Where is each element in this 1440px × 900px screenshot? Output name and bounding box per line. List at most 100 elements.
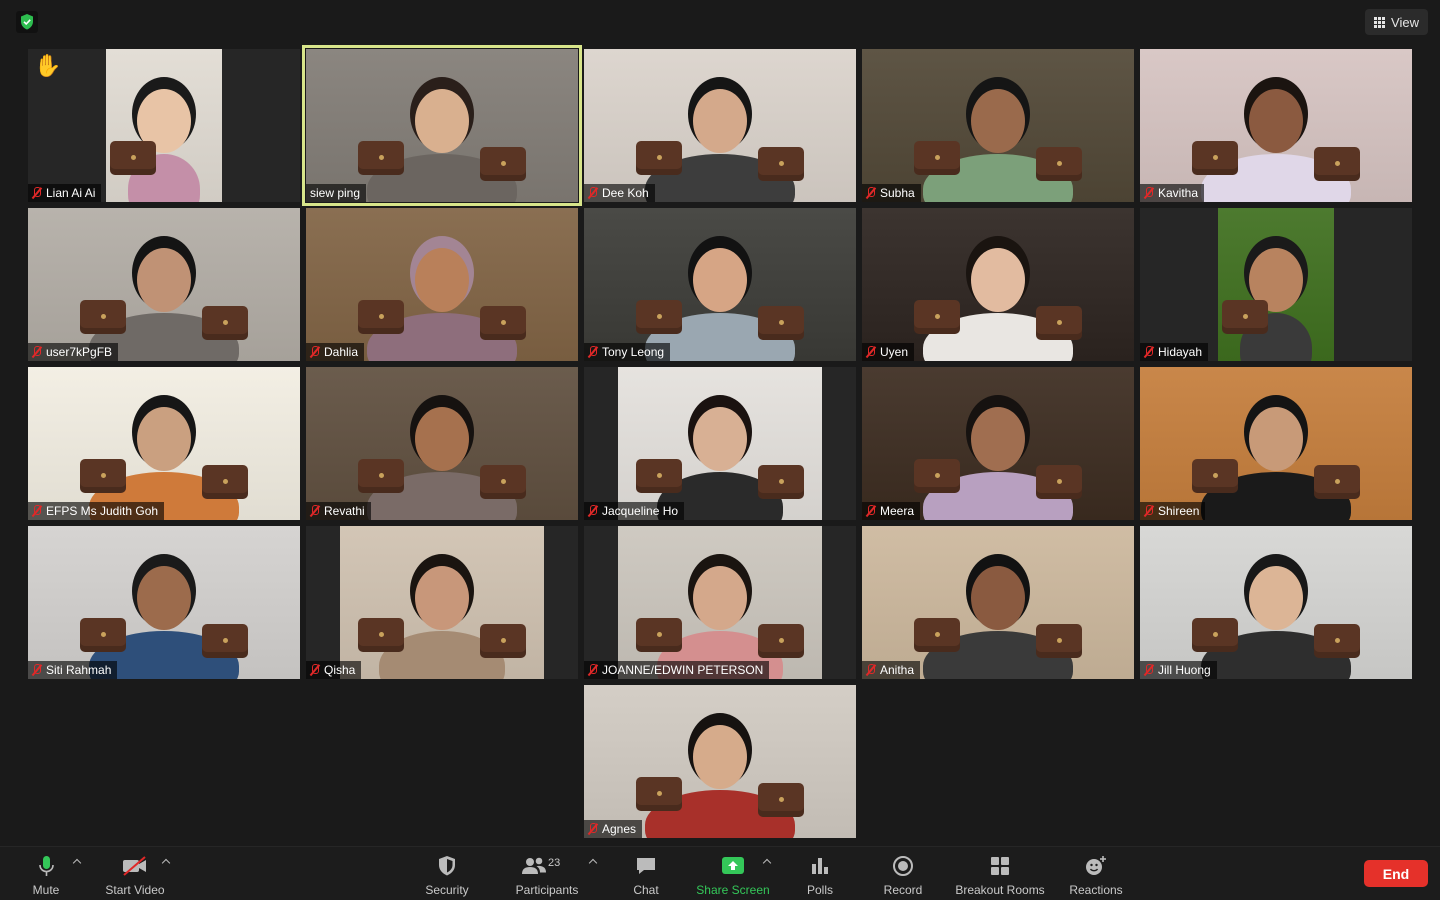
- participant-tile[interactable]: siew ping: [302, 45, 582, 206]
- participant-name-tag: Meera: [862, 502, 921, 520]
- participant-name-tag: Jill Huong: [1140, 661, 1217, 679]
- muted-microphone-icon: [866, 664, 875, 676]
- participant-tile[interactable]: Meera: [862, 367, 1134, 520]
- participant-video: [862, 526, 1134, 679]
- participant-name: Uyen: [880, 345, 909, 359]
- record-label: Record: [883, 883, 923, 897]
- participant-tile[interactable]: user7kPgFB: [28, 208, 300, 361]
- polls-button[interactable]: Polls: [801, 853, 839, 897]
- breakout-rooms-button[interactable]: Breakout Rooms: [952, 853, 1048, 897]
- record-button[interactable]: Record: [881, 853, 925, 897]
- participants-label: Participants: [515, 883, 579, 897]
- participant-count: 23: [548, 857, 561, 869]
- end-meeting-button[interactable]: End: [1364, 860, 1428, 887]
- share-options-chevron-icon[interactable]: [763, 857, 771, 865]
- participant-tile[interactable]: Subha: [862, 49, 1134, 202]
- participant-tile[interactable]: Dahlia: [306, 208, 578, 361]
- participant-tile[interactable]: Kavitha: [1140, 49, 1412, 202]
- participant-video: [584, 49, 856, 202]
- participant-name-tag: siew ping: [306, 184, 367, 202]
- participant-name-tag: Jacqueline Ho: [584, 502, 685, 520]
- muted-microphone-icon: [588, 823, 597, 835]
- participant-video: [1140, 367, 1412, 520]
- participant-name: Hidayah: [1158, 345, 1203, 359]
- participant-name-tag: Tony Leong: [584, 343, 671, 361]
- participant-name: JOANNE/EDWIN PETERSON: [602, 663, 764, 677]
- share-screen-icon: [720, 855, 746, 877]
- muted-microphone-icon: [310, 664, 319, 676]
- participant-tile[interactable]: Anitha: [862, 526, 1134, 679]
- participant-tile[interactable]: EFPS Ms Judith Goh: [28, 367, 300, 520]
- participant-name-tag: Uyen: [862, 343, 915, 361]
- muted-microphone-icon: [310, 505, 319, 517]
- participant-tile[interactable]: Qisha: [306, 526, 578, 679]
- participant-tile[interactable]: Siti Rahmah: [28, 526, 300, 679]
- participant-name: Jacqueline Ho: [602, 504, 679, 518]
- view-button[interactable]: View: [1365, 9, 1428, 35]
- participant-video: [1140, 49, 1412, 202]
- audio-options-chevron-icon[interactable]: [73, 857, 81, 865]
- participant-name-tag: JOANNE/EDWIN PETERSON: [584, 661, 770, 679]
- participant-video: [28, 208, 300, 361]
- mute-button[interactable]: Mute: [28, 853, 64, 897]
- participants-icon: 23: [521, 855, 573, 877]
- security-button[interactable]: Security: [421, 853, 473, 897]
- encryption-shield-icon[interactable]: [16, 11, 38, 33]
- participant-name-tag: Lian Ai Ai: [28, 184, 102, 202]
- participant-tile[interactable]: Jacqueline Ho: [584, 367, 856, 520]
- participants-options-chevron-icon[interactable]: [589, 857, 597, 865]
- participant-name: Kavitha: [1158, 186, 1199, 200]
- polls-label: Polls: [806, 883, 833, 897]
- participant-video: [106, 49, 222, 202]
- participant-tile[interactable]: Shireen: [1140, 367, 1412, 520]
- view-label: View: [1391, 14, 1419, 30]
- participant-tile[interactable]: Hidayah: [1140, 208, 1412, 361]
- participant-video: [862, 49, 1134, 202]
- participant-name-tag: Revathi: [306, 502, 371, 520]
- participants-button[interactable]: 23 Participants: [510, 853, 584, 897]
- participant-tile[interactable]: Agnes: [584, 685, 856, 838]
- muted-microphone-icon: [310, 346, 319, 358]
- participant-tile[interactable]: Jill Huong: [1140, 526, 1412, 679]
- participant-tile[interactable]: Tony Leong: [584, 208, 856, 361]
- participant-name: Lian Ai Ai: [46, 186, 96, 200]
- muted-microphone-icon: [32, 505, 41, 517]
- participant-video: [306, 49, 578, 202]
- participant-video: [306, 208, 578, 361]
- participant-name-tag: Hidayah: [1140, 343, 1209, 361]
- participant-video: [28, 526, 300, 679]
- reactions-button[interactable]: Reactions: [1066, 853, 1126, 897]
- video-off-icon: [121, 855, 149, 877]
- chat-button[interactable]: Chat: [628, 853, 664, 897]
- participant-video: [618, 526, 822, 679]
- start-video-label: Start Video: [105, 883, 165, 897]
- muted-microphone-icon: [32, 187, 41, 199]
- mute-label: Mute: [32, 883, 60, 897]
- participant-name: Revathi: [324, 504, 365, 518]
- muted-microphone-icon: [588, 187, 597, 199]
- participant-tile[interactable]: Dee Koh: [584, 49, 856, 202]
- meeting-topbar: View: [0, 0, 1440, 44]
- muted-microphone-icon: [1144, 664, 1153, 676]
- security-label: Security: [425, 883, 469, 897]
- participant-name-tag: Anitha: [862, 661, 921, 679]
- share-screen-button[interactable]: Share Screen: [694, 853, 772, 897]
- participant-name-tag: Subha: [862, 184, 921, 202]
- participant-tile[interactable]: Revathi: [306, 367, 578, 520]
- start-video-button[interactable]: Start Video: [100, 853, 170, 897]
- participant-name-tag: Siti Rahmah: [28, 661, 118, 679]
- participant-name: Meera: [880, 504, 915, 518]
- participant-name-tag: Dahlia: [306, 343, 365, 361]
- muted-microphone-icon: [1144, 187, 1153, 199]
- participant-name: Qisha: [324, 663, 356, 677]
- muted-microphone-icon: [32, 664, 41, 676]
- participant-video: [862, 208, 1134, 361]
- breakout-rooms-icon: [989, 855, 1011, 877]
- participant-tile[interactable]: ✋ Lian Ai Ai: [28, 49, 300, 202]
- video-options-chevron-icon[interactable]: [162, 857, 170, 865]
- participant-tile[interactable]: Uyen: [862, 208, 1134, 361]
- share-screen-label: Share Screen: [696, 883, 770, 897]
- participant-video: [584, 208, 856, 361]
- participant-video: [618, 367, 822, 520]
- participant-tile[interactable]: JOANNE/EDWIN PETERSON: [584, 526, 856, 679]
